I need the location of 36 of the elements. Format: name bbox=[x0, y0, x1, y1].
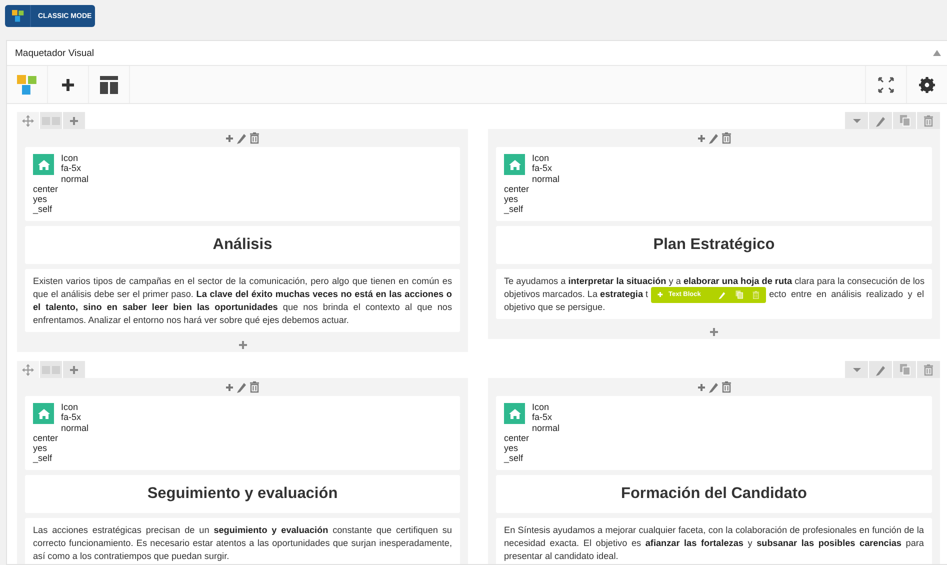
param-text: yes bbox=[504, 443, 518, 454]
paragraph-line: Te ayudamos a interpretar la situación y a elaborar una hoja de ruta clara para la consecución de los bbox=[504, 275, 924, 288]
paragraph-text: En Síntesis ayudamos a mejorar cualquier faceta, con la colaboración de profesionales en función de la necesidad exacta. El objetivo es afianzar las fortalezas y subsanar las posibles carencias para presentar al candidato ideal. bbox=[504, 524, 924, 563]
heading-text: Análisis bbox=[212, 236, 272, 254]
param-text: center bbox=[504, 432, 530, 444]
paragraph-text: Las acciones estratégicas precisan de un seguimiento y evaluación constante que certifiquen su correcto funcionamiento. Es necesario estar atentos a las oportunidades que surjan inesperadamente, así como a los contratiempos que puedan surgir. bbox=[33, 524, 452, 563]
heading-text: Seguimiento y evaluación bbox=[147, 485, 338, 503]
param-text: Icon bbox=[61, 153, 78, 164]
heading-text: Plan Estratégico bbox=[653, 236, 775, 254]
param-text: normal bbox=[532, 422, 560, 433]
param-text: normal bbox=[61, 422, 89, 433]
param-text: fa-5x bbox=[532, 412, 552, 423]
param-text: _self bbox=[504, 204, 524, 215]
param-text: Icon bbox=[532, 153, 550, 164]
param-text: _self bbox=[33, 204, 52, 215]
param-text: fa-5x bbox=[532, 163, 552, 174]
param-text: yes bbox=[33, 443, 48, 454]
param-text: _self bbox=[33, 453, 52, 464]
paragraph-line: objetivos marcados. La estrategia t bbox=[504, 288, 648, 301]
param-text: Icon bbox=[532, 402, 550, 412]
param-text: fa-5x bbox=[61, 412, 82, 423]
panel-title: Maquetador Visual bbox=[15, 48, 94, 58]
paragraph-line: ecto entre en análisis realizado y el bbox=[769, 288, 924, 301]
param-text: center bbox=[33, 432, 58, 444]
param-text: yes bbox=[33, 194, 48, 204]
param-text: center bbox=[504, 184, 530, 194]
param-text: Icon bbox=[61, 402, 78, 412]
param-text: normal bbox=[532, 174, 560, 184]
param-text: _self bbox=[504, 453, 524, 464]
paragraph-text: Existen varios tipos de campañas en el sector de la comunicación, pero algo que tienen en común es que el análisis debe ser el primer paso. La clave del éxito muchas veces no está en las acciones o el talento, sino en saber leer bien las oportunidades que nos brinda el contexto al que nos enfrentamos. Analizar el entorno nos hará ver sobre qué ejes debemos actuar. bbox=[33, 275, 452, 327]
heading-text: Formación del Candidato bbox=[620, 485, 807, 503]
param-text: center bbox=[33, 184, 58, 194]
param-text: normal bbox=[61, 174, 89, 184]
param-text: yes bbox=[504, 194, 518, 204]
paragraph-line: objetivo que se persigue. bbox=[504, 301, 606, 314]
param-text: fa-5x bbox=[61, 163, 82, 174]
